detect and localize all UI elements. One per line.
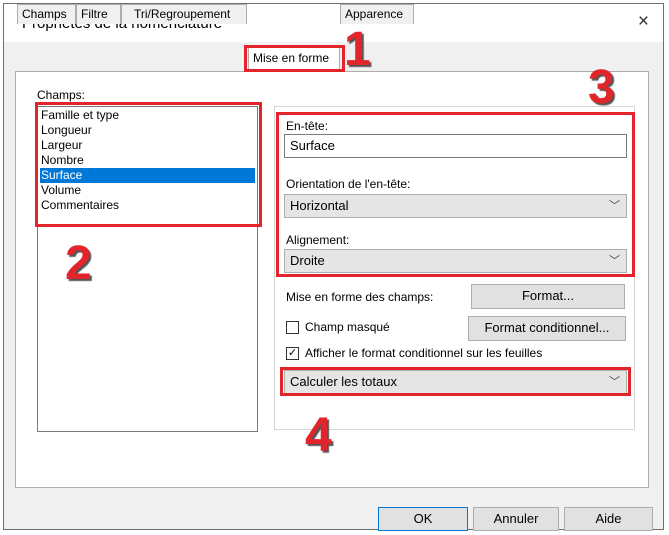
annotation-number-2: 2 [65, 237, 92, 290]
annotation-number-1: 1 [344, 23, 371, 76]
tab-tri-regroupement[interactable]: Tri/Regroupement [121, 4, 247, 24]
tab-champs[interactable]: Champs [17, 4, 76, 24]
field-format-label: Mise en forme des champs: [286, 290, 434, 304]
tab-apparence[interactable]: Apparence [340, 4, 414, 24]
fields-label: Champs: [37, 88, 86, 102]
checkmark-icon: ✓ [287, 347, 298, 359]
ok-button[interactable]: OK [378, 507, 468, 531]
hidden-field-label: Champ masqué [305, 320, 390, 334]
close-icon[interactable]: × [638, 11, 649, 33]
annotation-number-4: 4 [305, 409, 332, 462]
annotation-number-3: 3 [588, 61, 615, 114]
show-conditional-checkbox[interactable]: ✓ [286, 347, 299, 360]
tab-filtre[interactable]: Filtre [76, 4, 121, 24]
cancel-button[interactable]: Annuler [473, 507, 559, 531]
conditional-format-button[interactable]: Format conditionnel... [468, 316, 626, 341]
annotation-box-1 [244, 45, 345, 72]
hidden-field-checkbox[interactable] [286, 321, 299, 334]
format-button[interactable]: Format... [471, 284, 625, 309]
annotation-box-3 [276, 112, 635, 277]
annotation-box-2 [35, 102, 262, 227]
show-conditional-label: Afficher le format conditionnel sur les … [305, 346, 543, 360]
help-button[interactable]: Aide [564, 507, 653, 531]
annotation-box-4 [280, 367, 631, 396]
